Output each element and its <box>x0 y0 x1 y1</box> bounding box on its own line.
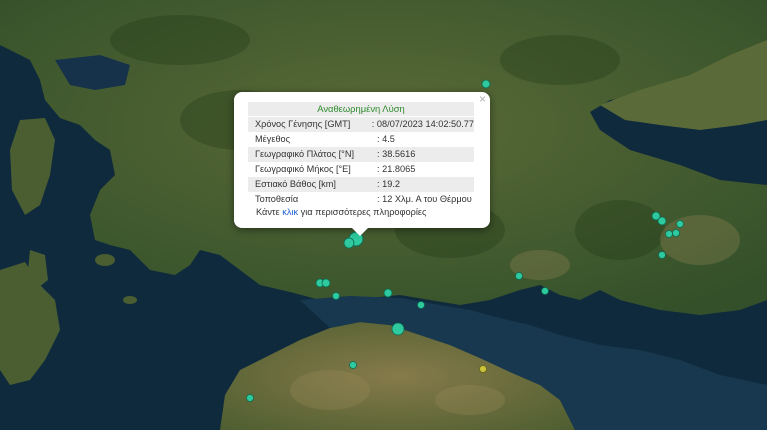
detail-row-latitude: Γεωγραφικό Πλάτος [°N] : 38.5616 <box>248 147 474 162</box>
detail-label: Εστιακό Βάθος [km] <box>255 179 336 189</box>
detail-separator: : <box>377 179 380 189</box>
detail-label: Τοποθεσία <box>255 194 299 204</box>
detail-value: 08/07/2023 14:02:50.77 <box>376 119 474 129</box>
detail-label: Γεωγραφικό Πλάτος [°N] <box>255 149 355 159</box>
detail-separator: : <box>377 149 380 159</box>
close-icon[interactable]: × <box>479 93 486 105</box>
detail-label: Μέγεθος <box>255 134 291 144</box>
event-marker <box>672 229 680 237</box>
detail-value: 19.2 <box>382 179 401 189</box>
detail-row-depth: Εστιακό Βάθος [km] : 19.2 <box>248 177 474 192</box>
event-marker <box>515 272 523 280</box>
detail-value: 38.5616 <box>382 149 416 159</box>
popup-title: Αναθεωρημένη Λύση <box>248 102 474 116</box>
detail-row-magnitude: Μέγεθος : 4.5 <box>248 132 474 147</box>
event-marker <box>676 220 684 228</box>
event-marker <box>658 251 666 259</box>
detail-label: Χρόνος Γένησης [GMT] <box>255 119 351 129</box>
detail-label: Γεωγραφικό Μήκος [°E] <box>255 164 351 174</box>
event-marker <box>332 292 340 300</box>
detail-value: 12 Χλμ. Α του Θέρμου <box>382 194 472 204</box>
more-info-link[interactable]: κλικ <box>282 207 298 217</box>
event-marker <box>541 287 549 295</box>
island <box>95 254 115 266</box>
detail-separator: : <box>371 119 375 129</box>
event-marker <box>481 79 491 89</box>
footer-text: Κάντε <box>256 207 280 217</box>
detail-row-origin-time: Χρόνος Γένησης [GMT] : 08/07/2023 14:02:… <box>248 117 474 132</box>
event-marker <box>665 230 673 238</box>
detail-row-location: Τοποθεσία : 12 Χλμ. Α του Θέρμου <box>248 192 474 207</box>
event-info-popup: × Αναθεωρημένη Λύση Χρόνος Γένησης [GMT]… <box>234 92 490 236</box>
event-marker <box>246 394 254 402</box>
popup-footer: Κάντε κλικ για περισσότερες πληροφορίες <box>256 207 482 217</box>
event-marker <box>417 301 425 309</box>
event-marker <box>343 237 355 249</box>
event-marker <box>479 365 487 373</box>
event-details: Χρόνος Γένησης [GMT] : 08/07/2023 14:02:… <box>248 117 474 207</box>
island <box>123 296 137 304</box>
detail-separator: : <box>377 164 380 174</box>
event-marker <box>321 278 331 288</box>
popup-pointer <box>352 228 368 236</box>
detail-separator: : <box>377 134 380 144</box>
satellite-map[interactable]: × Αναθεωρημένη Λύση Χρόνος Γένησης [GMT]… <box>0 0 767 430</box>
detail-value: 4.5 <box>382 134 395 144</box>
detail-value: 21.8065 <box>382 164 416 174</box>
event-marker <box>657 216 667 226</box>
detail-separator: : <box>377 194 380 204</box>
event-marker <box>349 361 357 369</box>
footer-text: για περισσότερες πληροφορίες <box>300 207 427 217</box>
detail-row-longitude: Γεωγραφικό Μήκος [°E] : 21.8065 <box>248 162 474 177</box>
event-marker <box>391 322 405 336</box>
event-marker <box>383 288 393 298</box>
